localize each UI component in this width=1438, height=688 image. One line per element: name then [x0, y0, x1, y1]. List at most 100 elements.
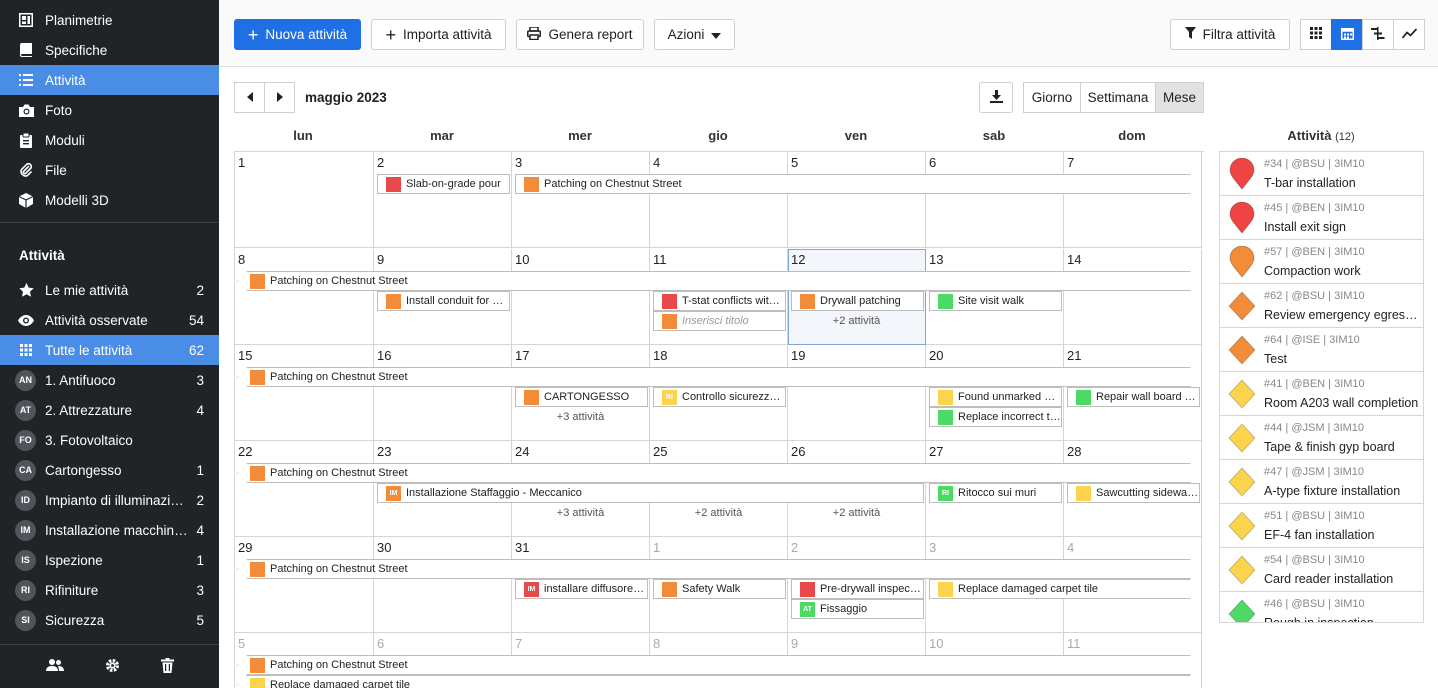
more-activities-link[interactable]: +2 attività: [788, 507, 925, 519]
calendar-event[interactable]: Repair wall board o…: [1067, 387, 1200, 407]
sidebar-item-file[interactable]: File: [0, 155, 219, 185]
prev-month-button[interactable]: [234, 82, 265, 113]
generate-report-button[interactable]: Genera report: [516, 19, 644, 50]
view-week-button[interactable]: Settimana: [1080, 82, 1156, 113]
sidebar-filter-attivit-osservate[interactable]: Attività osservate 54: [0, 305, 219, 335]
day-cell[interactable]: 29: [235, 537, 374, 633]
more-activities-link[interactable]: +3 attività: [512, 411, 649, 423]
calendar-event[interactable]: IM Installazione Staffaggio - Meccanico: [377, 483, 924, 503]
day-cell[interactable]: 1: [235, 152, 374, 248]
sidebar-category-sicurezza[interactable]: SI Sicurezza 5: [0, 605, 219, 635]
trash-icon[interactable]: [160, 657, 174, 676]
activity-list-item[interactable]: #44 | @JSM | 3IM10 Tape & finish gyp boar…: [1220, 416, 1423, 460]
more-activities-link[interactable]: +2 attività: [788, 315, 925, 327]
activity-list-item[interactable]: #54 | @BSU | 3IM10 Card reader installati…: [1220, 548, 1423, 592]
calendar-event[interactable]: Patching on Chestnut Street: [237, 463, 1200, 483]
day-cell[interactable]: 6: [926, 152, 1064, 248]
day-cell[interactable]: 19: [788, 345, 926, 441]
calendar-event[interactable]: Site visit walk: [929, 291, 1062, 311]
calendar-event[interactable]: Patching on Chestnut Street: [515, 174, 1200, 194]
view-grid-button[interactable]: [1300, 19, 1332, 50]
day-cell[interactable]: 4: [650, 152, 788, 248]
calendar-event[interactable]: Patching on Chestnut Street: [237, 271, 1200, 291]
calendar-event[interactable]: Drywall patching: [791, 291, 924, 311]
activity-meta: #46 | @BSU | 3IM10: [1264, 598, 1365, 610]
view-chart-button[interactable]: [1393, 19, 1425, 50]
view-calendar-button[interactable]: [1331, 19, 1363, 50]
view-month-button[interactable]: Mese: [1155, 82, 1204, 113]
activity-list-item[interactable]: #34 | @BSU | 3IM10 T-bar installation: [1220, 152, 1423, 196]
sidebar-category-2-attrezzature[interactable]: AT 2. Attrezzature 4: [0, 395, 219, 425]
calendar-event[interactable]: Sawcutting sidewal…: [1067, 483, 1200, 503]
sidebar-item-attivit[interactable]: Attività: [0, 65, 219, 95]
filter-activities-button[interactable]: Filtra attività: [1170, 19, 1290, 50]
day-cell[interactable]: 7: [1064, 152, 1202, 248]
calendar-event[interactable]: AT Fissaggio: [791, 599, 924, 619]
sidebar-category-ispezione[interactable]: IS Ispezione 1: [0, 545, 219, 575]
sidebar-item-modelli-3d[interactable]: Modelli 3D: [0, 185, 219, 215]
view-gantt-button[interactable]: [1362, 19, 1394, 50]
sidebar-category-installazione-macchin[interactable]: IM Installazione macchin… 4: [0, 515, 219, 545]
diamond-icon: [1228, 598, 1256, 622]
sidebar-category-3-fotovoltaico[interactable]: FO 3. Fotovoltaico: [0, 425, 219, 455]
activity-list-item[interactable]: #46 | @BSU | 3IM10 Rough in inspection: [1220, 592, 1423, 622]
calendar-event[interactable]: Safety Walk: [653, 579, 786, 599]
sidebar-item-foto[interactable]: Foto: [0, 95, 219, 125]
activity-list-item[interactable]: #51 | @BSU | 3IM10 EF-4 fan installation: [1220, 504, 1423, 548]
calendar-event[interactable]: Inserisci titolo: [653, 311, 786, 331]
calendar-event[interactable]: Slab-on-grade pour: [377, 174, 510, 194]
day-cell[interactable]: 10: [512, 249, 650, 345]
day-cell[interactable]: 3: [512, 152, 650, 248]
calendar-event[interactable]: Patching on Chestnut Street: [237, 559, 1200, 579]
calendar-event[interactable]: Replace incorrect t…: [929, 407, 1062, 427]
calendar-event[interactable]: Install conduit for …: [377, 291, 510, 311]
new-activity-button[interactable]: + Nuova attività: [234, 19, 361, 50]
calendar-event[interactable]: Patching on Chestnut Street: [237, 655, 1200, 675]
activity-list-item[interactable]: #41 | @BEN | 3IM10 Room A203 wall complet…: [1220, 372, 1423, 416]
calendar-event[interactable]: Pre-drywall inspec…: [791, 579, 924, 599]
sidebar-item-specifiche[interactable]: Specifiche: [0, 35, 219, 65]
activity-list-item[interactable]: #62 | @BSU | 3IM10 Review emergency egres…: [1220, 284, 1423, 328]
calendar-event[interactable]: Replace damaged carpet tile: [237, 675, 1200, 688]
calendar-event[interactable]: Patching on Chestnut Street: [237, 367, 1200, 387]
calendar-event[interactable]: CARTONGESSO: [515, 387, 648, 407]
view-day-button[interactable]: Giorno: [1023, 82, 1081, 113]
sidebar-item-moduli[interactable]: Moduli: [0, 125, 219, 155]
paperclip-icon: [18, 162, 34, 178]
gear-icon[interactable]: [105, 658, 120, 676]
activity-list-item[interactable]: #47 | @JSM | 3IM10 A-type fixture install…: [1220, 460, 1423, 504]
sidebar-filter-le-mie-attivit[interactable]: Le mie attività 2: [0, 275, 219, 305]
next-month-button[interactable]: [264, 82, 295, 113]
sidebar-category-impianto-di-illuminazi[interactable]: ID Impianto di illuminazi… 2: [0, 485, 219, 515]
sidebar-category-1-antifuoco[interactable]: AN 1. Antifuoco 3: [0, 365, 219, 395]
calendar-event[interactable]: RI Controllo sicurezz…: [653, 387, 786, 407]
day-cell[interactable]: 8: [235, 249, 374, 345]
day-cell[interactable]: 14: [1064, 249, 1202, 345]
calendar-event[interactable]: Found unmarked u…: [929, 387, 1062, 407]
day-number: 9: [377, 252, 385, 267]
sidebar-filter-tutte-le-attivit[interactable]: Tutte le attività 62: [0, 335, 219, 365]
users-icon[interactable]: [45, 658, 64, 675]
calendar-event[interactable]: T-stat conflicts wit…: [653, 291, 786, 311]
day-cell[interactable]: 5: [788, 152, 926, 248]
plus-icon: +: [247, 24, 259, 45]
calendar-event[interactable]: IM installare diffusore …: [515, 579, 648, 599]
more-activities-link[interactable]: +3 attività: [512, 507, 649, 519]
activity-list-item[interactable]: #57 | @BEN | 3IM10 Compaction work: [1220, 240, 1423, 284]
calendar-event[interactable]: Replace damaged carpet tile: [929, 579, 1200, 599]
day-cell[interactable]: 30: [374, 537, 512, 633]
activity-list-item[interactable]: #64 | @ISE | 3IM10 Test: [1220, 328, 1423, 372]
day-cell[interactable]: 2: [374, 152, 512, 248]
calendar-event[interactable]: RI Ritocco sui muri: [929, 483, 1062, 503]
sidebar-category-rifiniture[interactable]: RI Rifiniture 3: [0, 575, 219, 605]
download-button[interactable]: [979, 82, 1013, 113]
more-activities-link[interactable]: +2 attività: [650, 507, 787, 519]
sidebar-item-planimetrie[interactable]: Planimetrie: [0, 5, 219, 35]
day-cell[interactable]: 15: [235, 345, 374, 441]
sidebar-category-cartongesso[interactable]: CA Cartongesso 1: [0, 455, 219, 485]
activity-list-item[interactable]: #45 | @BEN | 3IM10 Install exit sign: [1220, 196, 1423, 240]
day-cell[interactable]: 22: [235, 441, 374, 537]
actions-dropdown[interactable]: Azioni: [654, 19, 735, 50]
import-activities-button[interactable]: + Importa attività: [371, 19, 506, 50]
day-cell[interactable]: 16: [374, 345, 512, 441]
